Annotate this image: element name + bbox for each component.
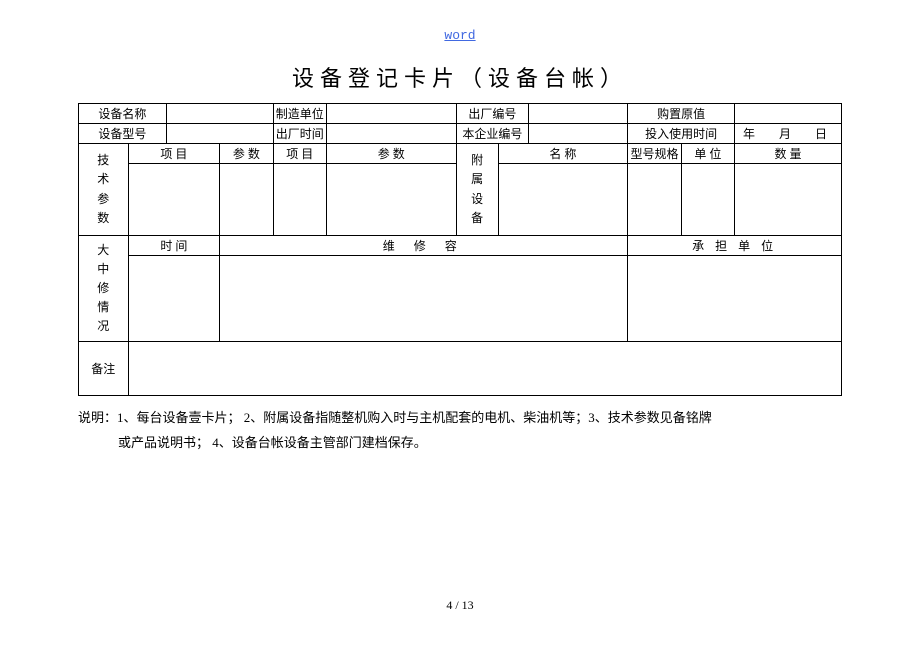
page-title: 设备登记卡片（设备台帐） — [0, 43, 920, 103]
val-remark — [128, 342, 841, 396]
cell — [681, 164, 734, 236]
label-factory-date: 出厂时间 — [273, 124, 326, 144]
char: 况 — [79, 317, 128, 336]
label-enterprise-no: 本企业编号 — [456, 124, 528, 144]
table-row: 设备型号 出厂时间 本企业编号 投入使用时间 年 月 日 — [79, 124, 842, 144]
th-unit: 单 位 — [681, 144, 734, 164]
char: 修 — [79, 279, 128, 298]
th-spec: 型号规格 — [628, 144, 681, 164]
label-remark: 备注 — [79, 342, 129, 396]
val-equip-model — [166, 124, 273, 144]
th-name: 名 称 — [498, 144, 628, 164]
th-item2: 项 目 — [273, 144, 326, 164]
char: 情 — [79, 298, 128, 317]
cell — [128, 164, 220, 236]
char: 附 — [457, 151, 498, 170]
label-factory-no: 出厂编号 — [456, 104, 528, 124]
table-row: 备注 — [79, 342, 842, 396]
val-equip-name — [166, 104, 273, 124]
cell — [220, 256, 628, 342]
cell — [498, 164, 628, 236]
notes: 说明：1、每台设备壹卡片； 2、附属设备指随整机购入时与主机配套的电机、柴油机等… — [78, 406, 842, 455]
char: 设 — [457, 190, 498, 209]
header-word: word — [0, 0, 920, 43]
label-purchase-value: 购置原值 — [628, 104, 735, 124]
val-enterprise-no — [529, 124, 628, 144]
cell — [628, 164, 681, 236]
val-factory-date — [326, 124, 456, 144]
label-equip-model: 设备型号 — [79, 124, 167, 144]
th-item1: 项 目 — [128, 144, 220, 164]
cell — [220, 164, 273, 236]
th-param2: 参 数 — [326, 144, 456, 164]
table-row: 设备名称 制造单位 出厂编号 购置原值 — [79, 104, 842, 124]
val-use-date: 年 月 日 — [735, 124, 842, 144]
cell — [273, 164, 326, 236]
char: 数 — [79, 209, 128, 228]
th-param1: 参 数 — [220, 144, 273, 164]
th-qty: 数 量 — [735, 144, 842, 164]
equipment-form-table: 设备名称 制造单位 出厂编号 购置原值 设备型号 出厂时间 本企业编号 投入使用… — [78, 103, 842, 396]
th-content: 维 修 容 — [220, 236, 628, 256]
cell — [628, 256, 842, 342]
form-table-wrap: 设备名称 制造单位 出厂编号 购置原值 设备型号 出厂时间 本企业编号 投入使用… — [78, 103, 842, 396]
th-time: 时 间 — [128, 236, 220, 256]
label-equip-name: 设备名称 — [79, 104, 167, 124]
val-purchase-value — [735, 104, 842, 124]
table-row — [79, 256, 842, 342]
notes-line1: 说明：1、每台设备壹卡片； 2、附属设备指随整机购入时与主机配套的电机、柴油机等… — [78, 406, 842, 431]
cell — [326, 164, 456, 236]
char: 大 — [79, 241, 128, 260]
val-factory-no — [529, 104, 628, 124]
notes-line2: 或产品说明书； 4、设备台帐设备主管部门建档保存。 — [78, 431, 842, 456]
table-row: 技 术 参 数 项 目 参 数 项 目 参 数 附 属 设 备 名 称 型号规格… — [79, 144, 842, 164]
page-number: 4 / 13 — [0, 598, 920, 613]
val-manufacturer — [326, 104, 456, 124]
table-row: 大 中 修 情 况 时 间 维 修 容 承 担 单 位 — [79, 236, 842, 256]
label-tech-params: 技 术 参 数 — [79, 144, 129, 236]
th-undertaker: 承 担 单 位 — [628, 236, 842, 256]
label-attachments: 附 属 设 备 — [456, 144, 498, 236]
label-repair: 大 中 修 情 况 — [79, 236, 129, 342]
char: 中 — [79, 260, 128, 279]
label-use-date: 投入使用时间 — [628, 124, 735, 144]
char: 技 — [79, 151, 128, 170]
cell — [735, 164, 842, 236]
char: 参 — [79, 190, 128, 209]
char: 属 — [457, 170, 498, 189]
label-manufacturer: 制造单位 — [273, 104, 326, 124]
cell — [128, 256, 220, 342]
char: 术 — [79, 170, 128, 189]
char: 备 — [457, 209, 498, 228]
